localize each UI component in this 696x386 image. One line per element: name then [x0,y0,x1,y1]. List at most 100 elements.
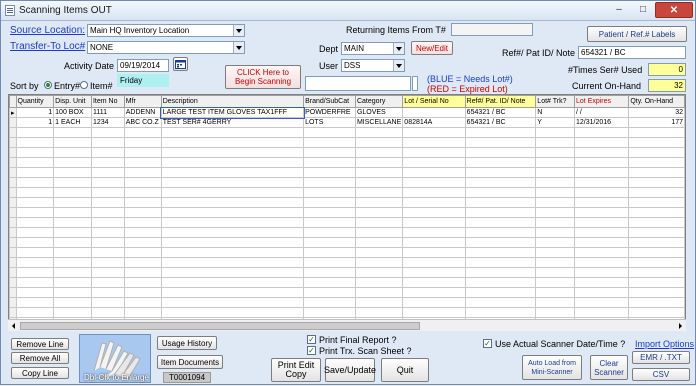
cell-ref-patient[interactable] [464,247,537,258]
cell-description[interactable] [160,287,305,298]
cell-mfr[interactable] [123,137,162,148]
cell-lot-trk[interactable] [535,227,576,238]
cell-category[interactable] [354,287,404,298]
cell-category[interactable] [354,207,404,218]
cell-lot-expires[interactable] [574,127,630,138]
cell-brand-subcat[interactable] [303,187,356,198]
column-header-mfr[interactable]: Mfr [123,95,162,108]
cell-qty-on-hand[interactable] [628,207,685,218]
cell-item-no[interactable] [90,127,125,138]
cell-ref-patient[interactable] [464,167,537,178]
cell-brand-subcat[interactable]: POWDERFRE [303,107,356,118]
cell-disp-unit[interactable]: 1 EACH [53,117,92,128]
cell-lot-expires[interactable] [574,147,630,158]
cell-category[interactable] [354,127,404,138]
cell-item-no[interactable] [90,307,125,318]
cell-lot-expires[interactable] [574,167,630,178]
patient-labels-button[interactable]: Patient / Ref.# Labels [587,26,687,42]
cell-mfr[interactable] [123,177,162,188]
cell-lot-expires[interactable] [574,297,630,308]
cell-quantity[interactable] [15,287,55,298]
cell-mfr[interactable]: ADDENN [123,107,162,118]
column-header-quantity[interactable]: Quantity [15,95,55,108]
cell-category[interactable] [354,247,404,258]
cell-quantity[interactable]: 1 [15,117,55,128]
cell-disp-unit[interactable] [53,137,92,148]
cell-description[interactable] [160,157,305,168]
cell-lot-expires[interactable] [574,157,630,168]
cell-ref-patient[interactable] [464,267,537,278]
cell-lot-serial-no[interactable] [402,147,466,158]
cell-quantity[interactable] [15,257,55,268]
table-row[interactable] [9,197,685,208]
cell-lot-serial-no[interactable] [402,247,466,258]
cell-lot-serial-no[interactable] [402,167,466,178]
cell-lot-serial-no[interactable] [402,217,466,228]
cell-brand-subcat[interactable] [303,167,356,178]
sort-entry-radio[interactable] [44,81,52,89]
transfer-to-label[interactable]: Transfer-To Loc# [10,41,85,52]
cell-brand-subcat[interactable] [303,197,356,208]
cell-lot-expires[interactable] [574,207,630,218]
transfer-to-select[interactable]: NONE [87,41,245,54]
cell-brand-subcat[interactable] [303,137,356,148]
cell-quantity[interactable] [15,267,55,278]
cell-description[interactable] [160,167,305,178]
cell-lot-serial-no[interactable] [402,237,466,248]
column-header-lot-trk[interactable]: Lot# Trk? [535,95,576,108]
cell-qty-on-hand[interactable]: 32 [628,107,685,118]
cell-item-no[interactable] [90,287,125,298]
cell-brand-subcat[interactable] [303,237,356,248]
cell-category[interactable] [354,187,404,198]
cell-lot-trk[interactable] [535,287,576,298]
table-row[interactable] [9,157,685,168]
cell-disp-unit[interactable] [53,197,92,208]
column-header-lot-serial-no[interactable]: Lot / Serial No [402,95,466,108]
cell-mfr[interactable] [123,287,162,298]
cell-brand-subcat[interactable] [303,127,356,138]
cell-lot-trk[interactable] [535,167,576,178]
column-header-qty-on-hand[interactable]: Qty. On-Hand [628,95,685,108]
table-row[interactable]: ▸ 1 100 BOX 1111 ADDENN LARGE TEST ITEM GLOVE… [9,106,685,119]
cell-description[interactable] [160,187,305,198]
cell-qty-on-hand[interactable] [628,157,685,168]
cell-category[interactable] [354,307,404,318]
new-edit-button[interactable]: New/Edit [411,41,453,55]
cell-disp-unit[interactable] [53,307,92,318]
column-header-ref-patient[interactable]: Ref#/ Pat. ID/ Note [464,95,537,108]
column-header-disp-unit[interactable]: Disp. Unit [53,95,92,108]
cell-description[interactable] [160,217,305,228]
cell-lot-expires[interactable] [574,137,630,148]
cell-lot-trk[interactable] [535,267,576,278]
cell-ref-patient[interactable] [464,127,537,138]
table-row[interactable] [9,167,685,178]
cell-category[interactable] [354,277,404,288]
cell-quantity[interactable] [15,277,55,288]
cell-brand-subcat[interactable] [303,227,356,238]
cell-item-no[interactable] [90,197,125,208]
scan-input[interactable] [305,76,411,91]
cell-lot-trk[interactable] [535,177,576,188]
cell-lot-expires[interactable] [574,187,630,198]
cell-lot-trk[interactable] [535,127,576,138]
cell-description[interactable] [160,277,305,288]
ref-patient-field[interactable]: 654321 / BC [578,46,686,59]
cell-lot-trk[interactable]: N [535,107,576,118]
cell-category[interactable]: GLOVES [354,107,404,118]
print-final-checkbox[interactable]: ✓ [307,335,316,344]
cell-category[interactable] [354,167,404,178]
cell-qty-on-hand[interactable] [628,257,685,268]
csv-button[interactable]: CSV [632,368,690,381]
cell-disp-unit[interactable] [53,257,92,268]
table-row[interactable] [9,217,685,228]
table-row[interactable] [9,247,685,258]
table-row[interactable] [9,187,685,198]
cell-disp-unit[interactable] [53,187,92,198]
cell-ref-patient[interactable]: 654321 / BC [464,107,537,118]
cell-qty-on-hand[interactable] [628,187,685,198]
cell-quantity[interactable] [15,127,55,138]
cell-ref-patient[interactable] [464,147,537,158]
remove-line-button[interactable]: Remove Line [11,338,69,350]
cell-ref-patient[interactable] [464,137,537,148]
cell-item-no[interactable] [90,277,125,288]
